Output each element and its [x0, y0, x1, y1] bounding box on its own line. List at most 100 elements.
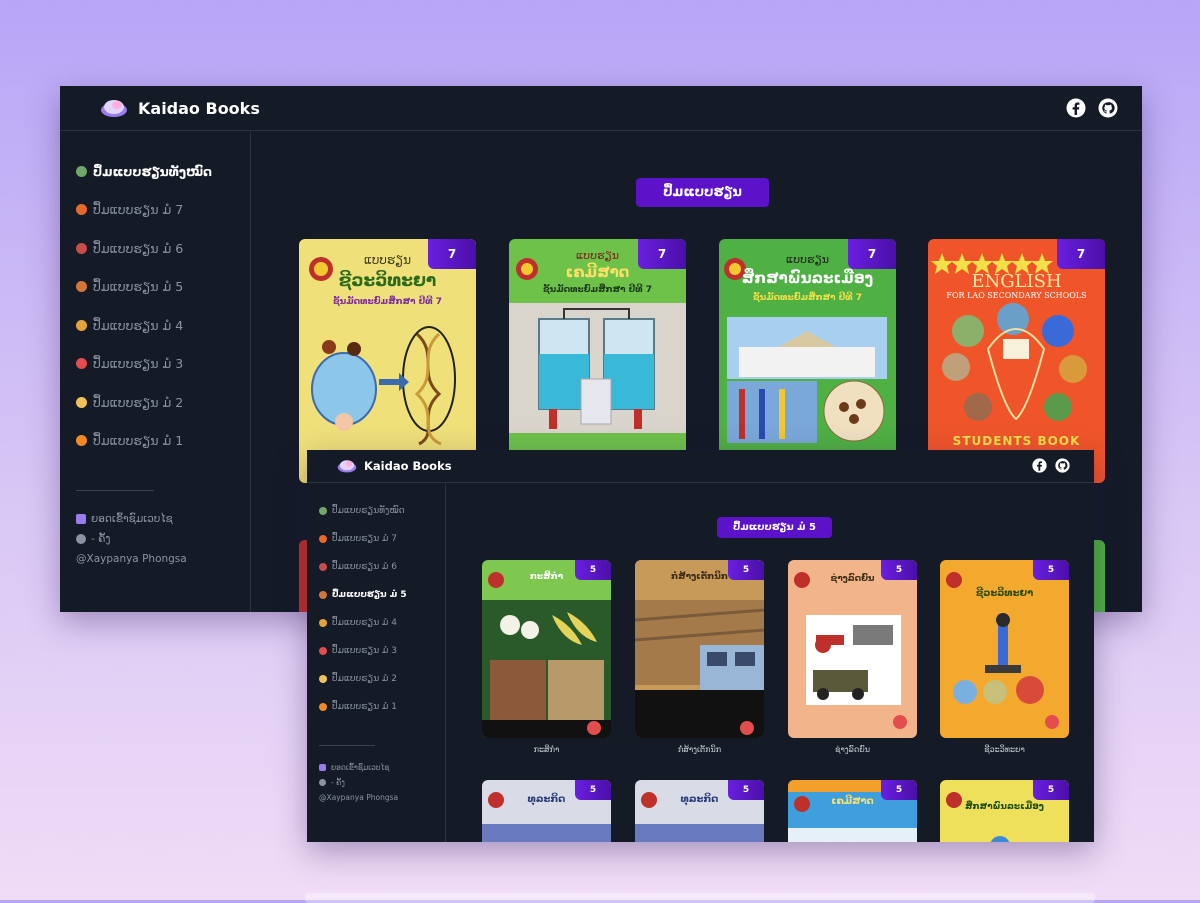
book-title: ຊີວະວິທະຍາ [975, 588, 1034, 599]
book-card[interactable]: ຊີວະວິທະຍາ 5 [940, 560, 1069, 738]
book-caption: ຊີວະວິທະຍາ [984, 745, 1025, 754]
ball-icon [319, 647, 327, 655]
pumpkin-icon [319, 535, 327, 543]
book-caption: ກະສິກຳ [533, 745, 560, 754]
nav-item-m2[interactable]: ປຶ້ມແບບຮຽນ ມໍ 2 [319, 665, 445, 693]
book-card[interactable]: ທຸລະກິດ 5 [635, 780, 764, 842]
nav-item-m5[interactable]: ປຶ້ມແບບຮຽນ ມໍ 5 [319, 581, 445, 609]
book-card[interactable]: ສຶກສາພົນລະເມືອງ 5 [940, 780, 1069, 842]
meat-icon [76, 242, 87, 254]
book-cover-art [794, 572, 907, 729]
third-window-edge [305, 893, 1095, 903]
book-title: ສຶກສາພົນລະເມືອງ [965, 802, 1044, 812]
book-cover-art [946, 572, 1059, 729]
logo-icon [337, 458, 357, 474]
grade-badge: 5 [575, 560, 611, 580]
rocket-icon [76, 514, 86, 524]
site-stats: ຍອດເຂົ້າຊົມເວບໄຊ - ຄັ້ງ @Xaypanya Phongs… [60, 509, 250, 569]
nav-item-m6[interactable]: ປຶ້ມແບບຮຽນ ມໍ 6 [319, 553, 445, 581]
book-caption: ຊ່າງລົດຍົນ [835, 745, 870, 754]
grade-badge: 5 [881, 780, 917, 800]
book-card[interactable]: ແບບຮຽນ ເຄມີສາດ ຊັ້ນມັດທະຍົມສຶກສາ ປີທີ 7 … [509, 239, 686, 483]
book-card[interactable]: ທຸລະກິດ 5 [482, 780, 611, 842]
nav-item-m2[interactable]: ປຶ້ມແບບຮຽນ ມໍ 2 [76, 383, 250, 422]
grade-badge: 7 [1057, 239, 1105, 269]
grade-badge: 5 [1033, 780, 1069, 800]
nav-item-m7[interactable]: ປຶ້ມແບບຮຽນ ມໍ 7 [76, 191, 250, 230]
grade-badge: 5 [728, 560, 764, 580]
grade-badge: 7 [428, 239, 476, 269]
book-subtitle: ຊັ້ນມັດທະຍົມສຶກສາ ປີທີ 7 [542, 285, 652, 295]
book-card[interactable]: ກໍ່ສ້າງເຕັກນິກ 5 [635, 560, 764, 738]
main-content: ປຶ້ມແບບຮຽນ ມໍ 5 ກະສິກຳ 5 ກະສິກຳ ກໍ່ສ້າງເ… [446, 450, 1094, 842]
book-title: ຊີວະວິທະຍາ [338, 271, 437, 291]
nav-item-m1[interactable]: ປຶ້ມແບບຮຽນ ມໍ 1 [76, 422, 250, 461]
cake-icon [76, 396, 87, 408]
nav-item-all[interactable]: ປຶ້ມແບບຮຽນທັງໝົດ [76, 152, 250, 191]
rocket-icon [319, 764, 326, 771]
logo-icon [100, 97, 128, 119]
nav-item-m3[interactable]: ປຶ້ມແບບຮຽນ ມໍ 3 [319, 637, 445, 665]
book-subtitle: STUDENTS BOOK [952, 434, 1081, 448]
orange-icon [319, 703, 327, 711]
book-title: ສຶກສາພົນລະເມືອງ [741, 269, 874, 287]
orange-icon [76, 435, 87, 447]
nav-item-m5[interactable]: ປຶ້ມແບບຮຽນ ມໍ 5 [76, 268, 250, 307]
sidebar: ປຶ້ມແບບຮຽນທັງໝົດ ປຶ້ມແບບຮຽນ ມໍ 7 ປຶ້ມແບບ… [60, 130, 251, 612]
eye-icon [319, 779, 326, 786]
author-link[interactable]: @Xaypanya Phongsa [76, 549, 187, 569]
ball-icon [76, 358, 87, 370]
brand-name: Kaidao Books [364, 459, 452, 473]
meat-icon [319, 563, 327, 571]
book-card[interactable]: ແບບຮຽນ ຊີວະວິທະຍາ ຊັ້ນມັດທະຍົມສຶກສາ ປີທີ… [299, 239, 476, 483]
book-card[interactable]: ENGLISH FOR LAO SECONDARY SCHOOLS STUDEN… [928, 239, 1105, 483]
book-card[interactable]: ຊ່າງລົດຍົນ 5 [788, 560, 917, 738]
grade-badge: 5 [728, 780, 764, 800]
nav-item-m3[interactable]: ປຶ້ມແບບຮຽນ ມໍ 3 [76, 345, 250, 384]
book-card[interactable]: ເຄມີສາດ 5 [788, 780, 917, 842]
books-icon [76, 165, 87, 177]
grade-badge: 5 [881, 560, 917, 580]
burger-icon [319, 619, 327, 627]
book-cover-art [482, 572, 611, 738]
nav-item-m7[interactable]: ປຶ້ມແບບຮຽນ ມໍ 7 [319, 525, 445, 553]
nav-list: ປຶ້ມແບບຮຽນທັງໝົດ ປຶ້ມແບບຮຽນ ມໍ 7 ປຶ້ມແບບ… [307, 482, 445, 721]
book-subtitle: ຊັ້ນມັດທະຍົມສຶກສາ ປີທີ 7 [752, 293, 862, 303]
nav-item-m1[interactable]: ປຶ້ມແບບຮຽນ ມໍ 1 [319, 693, 445, 721]
visit-count: - ຄັ້ງ [91, 533, 111, 545]
sidebar-divider [76, 490, 154, 491]
pumpkin-icon [76, 204, 87, 216]
grade-badge: 5 [1033, 560, 1069, 580]
nav-item-m4[interactable]: ປຶ້ມແບບຮຽນ ມໍ 4 [319, 609, 445, 637]
book-caption: ກໍ່ສ້າງເຕັກນິກ [677, 745, 722, 754]
eye-icon [76, 534, 86, 544]
sidebar: ປຶ້ມແບບຮຽນທັງໝົດ ປຶ້ມແບບຮຽນ ມໍ 7 ປຶ້ມແບບ… [307, 482, 446, 842]
page-title: ປຶ້ມແບບຮຽນ ມໍ 5 [717, 517, 832, 538]
nav-item-m4[interactable]: ປຶ້ມແບບຮຽນ ມໍ 4 [76, 306, 250, 345]
nav-list: ປຶ້ມແບບຮຽນທັງໝົດ ປຶ້ມແບບຮຽນ ມໍ 7 ປຶ້ມແບບ… [60, 130, 250, 460]
cake-icon [319, 675, 327, 683]
burger-icon [76, 319, 87, 331]
site-stats: ຍອດເຂົ້າຊົມເວບໄຊ - ຄັ້ງ @Xaypanya Phongs… [307, 760, 445, 805]
book-card[interactable]: ແບບຮຽນ ສຶກສາພົນລະເມືອງ ຊັ້ນມັດທະຍົມສຶກສາ… [719, 239, 896, 483]
author-link[interactable]: @Xaypanya Phongsa [319, 790, 398, 805]
grade-badge: 5 [575, 780, 611, 800]
drumstick-icon [319, 591, 327, 599]
sidebar-divider [319, 745, 375, 746]
app-window-front: Kaidao Books ປຶ້ມແບບຮຽນທັງໝົດ ປຶ້ມແບບຮຽນ… [307, 450, 1094, 842]
drumstick-icon [76, 281, 87, 293]
page-title: ປຶ້ມແບບຮຽນ [636, 178, 769, 207]
book-subtitle: ຊັ້ນມັດທະຍົມສຶກສາ ປີທີ 7 [332, 297, 442, 307]
brand[interactable]: Kaidao Books [337, 458, 452, 474]
book-title: ENGLISH [971, 271, 1062, 292]
brand[interactable]: Kaidao Books [100, 97, 260, 119]
visits-label: ຍອດເຂົ້າຊົມເວບໄຊ [331, 763, 390, 772]
visit-count: - ຄັ້ງ [331, 778, 345, 787]
nav-item-all[interactable]: ປຶ້ມແບບຮຽນທັງໝົດ [319, 497, 445, 525]
book-series: FOR LAO SECONDARY SCHOOLS [946, 291, 1087, 300]
grade-badge: 7 [848, 239, 896, 269]
books-icon [319, 507, 327, 515]
brand-name: Kaidao Books [138, 98, 260, 118]
book-card[interactable]: ກະສິກຳ 5 [482, 560, 611, 738]
nav-item-m6[interactable]: ປຶ້ມແບບຮຽນ ມໍ 6 [76, 229, 250, 268]
